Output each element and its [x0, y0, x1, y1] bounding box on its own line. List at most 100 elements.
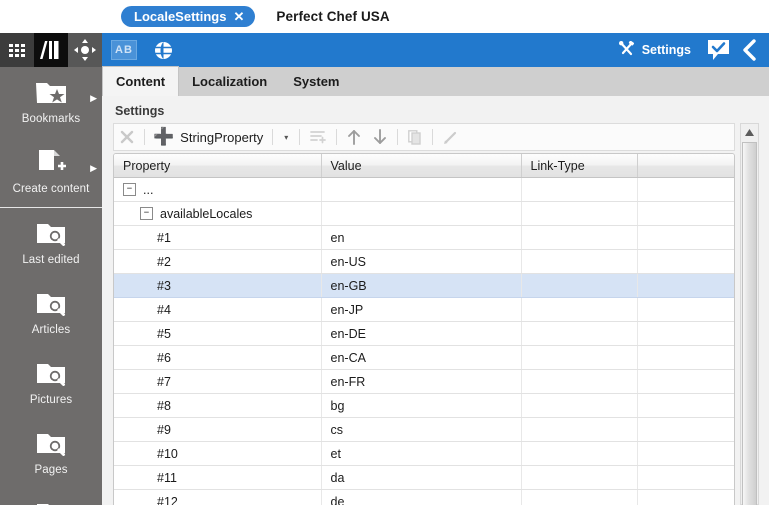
cell-value[interactable]: [321, 201, 522, 226]
sidebar-item-last-edited[interactable]: Last edited: [0, 208, 102, 278]
value-label: en-JP: [330, 302, 364, 317]
property-table: Property Value Link-Type −... − availableL…: [114, 154, 734, 505]
delete-x-icon[interactable]: [114, 125, 140, 149]
cell-value[interactable]: en-CA: [321, 345, 522, 370]
column-header-blank[interactable]: [637, 154, 734, 178]
cell-linktype[interactable]: [521, 297, 638, 322]
toolbar-separator: [432, 129, 434, 145]
cell-value[interactable]: en-FR: [321, 369, 522, 394]
chat-check-icon[interactable]: [707, 39, 730, 61]
tab-label: Content: [116, 74, 166, 89]
scrollbar-thumb[interactable]: [742, 142, 757, 505]
table-row[interactable]: #9 cs: [114, 417, 734, 442]
vertical-scrollbar[interactable]: [740, 123, 759, 505]
cell-property: #5: [114, 321, 322, 346]
column-header-property[interactable]: Property: [114, 154, 322, 178]
copy-icon[interactable]: [402, 125, 428, 149]
left-sidebar: Bookmarks ▶ Create content ▶ Last edited…: [0, 67, 102, 505]
table-row[interactable]: #1 en: [114, 225, 734, 250]
table-row[interactable]: #12 de: [114, 489, 734, 505]
table-row[interactable]: #10 et: [114, 441, 734, 466]
cell-linktype[interactable]: [521, 345, 638, 370]
move-navigate-icon[interactable]: [68, 33, 102, 67]
property-grid[interactable]: Property Value Link-Type −... − availableL…: [113, 153, 735, 505]
cell-blank: [637, 489, 734, 505]
settings-button[interactable]: Settings: [611, 40, 698, 60]
cell-value[interactable]: bg: [321, 393, 522, 418]
table-row[interactable]: − availableLocales: [114, 201, 734, 226]
table-row[interactable]: #3 en-GB: [114, 273, 734, 298]
cell-value[interactable]: de: [321, 489, 522, 505]
insert-row-icon[interactable]: [304, 125, 332, 149]
submenu-arrow-icon[interactable]: ▶: [90, 164, 97, 173]
cell-value[interactable]: en-DE: [321, 321, 522, 346]
linktype-label: [522, 370, 637, 393]
cell-linktype[interactable]: [521, 465, 638, 490]
app-logo-icon[interactable]: [34, 33, 68, 67]
cell-linktype[interactable]: [521, 417, 638, 442]
sidebar-item-articles[interactable]: Articles: [0, 278, 102, 348]
tree-collapse-icon[interactable]: −: [123, 183, 136, 196]
tree-collapse-icon[interactable]: −: [140, 207, 153, 220]
property-label: #7: [157, 374, 171, 389]
submenu-arrow-icon[interactable]: ▶: [90, 94, 97, 103]
table-row[interactable]: #11 da: [114, 465, 734, 490]
table-row[interactable]: #2 en-US: [114, 249, 734, 274]
sidebar-item-bookmarks[interactable]: Bookmarks ▶: [0, 67, 102, 137]
table-row[interactable]: −...: [114, 177, 734, 202]
cell-value[interactable]: en-JP: [321, 297, 522, 322]
translate-ab-icon[interactable]: AB: [111, 40, 137, 60]
sidebar-item-pages[interactable]: Pages: [0, 418, 102, 488]
cell-blank: [637, 417, 734, 442]
cell-linktype[interactable]: [521, 441, 638, 466]
cell-value[interactable]: da: [321, 465, 522, 490]
cell-blank: [637, 249, 734, 274]
cell-value[interactable]: cs: [321, 417, 522, 442]
arrow-up-icon[interactable]: [341, 125, 367, 149]
pencil-icon[interactable]: [437, 125, 464, 149]
cell-value[interactable]: [321, 177, 522, 202]
sidebar-item-pictures[interactable]: Pictures: [0, 348, 102, 418]
close-icon[interactable]: ✕: [233, 10, 244, 23]
value-label: en: [330, 230, 345, 245]
table-row[interactable]: #6 en-CA: [114, 345, 734, 370]
folder-search-icon: [35, 430, 67, 461]
chevron-down-icon[interactable]: ▾: [277, 133, 295, 142]
sidebar-item-label: Pictures: [29, 394, 73, 406]
apps-grid-icon[interactable]: [0, 33, 34, 67]
folder-search-icon: [35, 220, 67, 251]
value-label: en-GB: [330, 278, 367, 293]
sidebar-item-create-content[interactable]: Create content ▶: [0, 137, 102, 207]
cell-linktype[interactable]: [521, 225, 638, 250]
table-row[interactable]: #8 bg: [114, 393, 734, 418]
cell-linktype[interactable]: [521, 489, 638, 505]
cell-linktype[interactable]: [521, 201, 638, 226]
column-header-value[interactable]: Value: [321, 154, 522, 178]
tab-content[interactable]: Content: [102, 66, 180, 96]
arrow-down-icon[interactable]: [367, 125, 393, 149]
cell-property: #8: [114, 393, 322, 418]
cell-linktype[interactable]: [521, 249, 638, 274]
sidebar-item-products[interactable]: Products: [0, 488, 102, 505]
cell-value[interactable]: en-GB: [321, 273, 522, 298]
document-tab-localesettings[interactable]: LocaleSettings ✕: [121, 6, 256, 27]
add-property-button[interactable]: ➕ StringProperty: [149, 128, 268, 145]
table-row[interactable]: #5 en-DE: [114, 321, 734, 346]
table-row[interactable]: #4 en-JP: [114, 297, 734, 322]
cell-linktype[interactable]: [521, 393, 638, 418]
cell-value[interactable]: en-US: [321, 249, 522, 274]
cell-linktype[interactable]: [521, 369, 638, 394]
cell-linktype[interactable]: [521, 321, 638, 346]
linktype-label: [522, 322, 637, 345]
chevron-left-icon[interactable]: [741, 39, 757, 61]
cell-value[interactable]: et: [321, 441, 522, 466]
globe-icon[interactable]: [154, 41, 173, 60]
cell-linktype[interactable]: [521, 177, 638, 202]
cell-value[interactable]: en: [321, 225, 522, 250]
scroll-up-button[interactable]: [741, 124, 758, 140]
column-header-linktype[interactable]: Link-Type: [521, 154, 638, 178]
tab-system[interactable]: System: [280, 67, 352, 96]
cell-linktype[interactable]: [521, 273, 638, 298]
tab-localization[interactable]: Localization: [179, 67, 280, 96]
table-row[interactable]: #7 en-FR: [114, 369, 734, 394]
